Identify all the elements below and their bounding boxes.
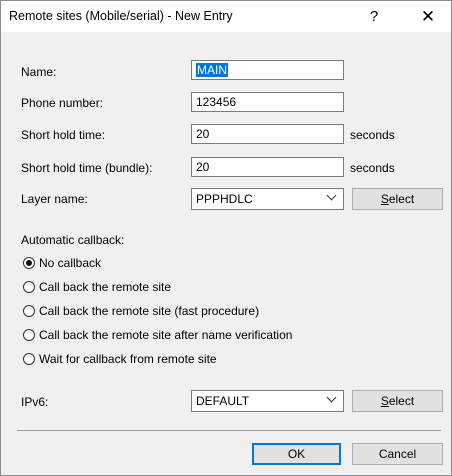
ipv6-label: IPv6: (21, 395, 49, 409)
option-call-back-remote-site-label[interactable]: Call back the remote site (39, 280, 171, 294)
phone-number-input[interactable]: 123456 (191, 92, 344, 112)
automatic-callback-label: Automatic callback: (21, 233, 125, 247)
short-hold-time-value: 20 (196, 127, 210, 141)
option-call-back-name-verification-label[interactable]: Call back the remote site after name ver… (39, 328, 292, 342)
help-button[interactable]: ? (357, 3, 391, 30)
short-hold-time-bundle-input[interactable]: 20 (191, 157, 344, 177)
short-hold-time-bundle-label: Short hold time (bundle): (21, 161, 153, 175)
cancel-button[interactable]: Cancel (352, 443, 443, 465)
short-hold-time-bundle-value: 20 (196, 160, 210, 174)
chevron-down-icon (326, 392, 337, 403)
ipv6-select-mnemonic: S (380, 394, 389, 408)
name-input[interactable]: MAIN (191, 60, 344, 80)
layer-name-value: PPPHDLC (196, 192, 253, 206)
short-hold-time-bundle-unit: seconds (350, 161, 395, 175)
chevron-down-icon (326, 190, 337, 201)
short-hold-time-unit: seconds (350, 128, 395, 142)
dialog-window: Remote sites (Mobile/serial) - New Entry… (0, 0, 452, 476)
ipv6-dropdown[interactable]: DEFAULT (191, 390, 344, 412)
radio-call-back-name-verification[interactable] (23, 329, 35, 341)
radio-wait-for-callback[interactable] (23, 353, 35, 365)
name-input-value: MAIN (196, 63, 228, 77)
layer-name-label: Layer name: (21, 192, 88, 206)
option-wait-for-callback-label[interactable]: Wait for callback from remote site (39, 352, 217, 366)
phone-number-label: Phone number: (21, 96, 104, 110)
radio-no-callback[interactable] (23, 257, 35, 269)
ok-button[interactable]: OK (252, 443, 341, 465)
radio-selected-dot (26, 260, 32, 266)
ipv6-value: DEFAULT (196, 394, 250, 408)
footer-divider (17, 430, 441, 431)
window-title: Remote sites (Mobile/serial) - New Entry (9, 9, 233, 23)
radio-call-back-fast[interactable] (23, 305, 35, 317)
layer-select-label: elect (388, 192, 415, 206)
layer-select-button[interactable]: Select (352, 188, 443, 210)
layer-select-mnemonic: S (380, 192, 389, 206)
option-call-back-fast-label[interactable]: Call back the remote site (fast procedur… (39, 304, 259, 318)
option-no-callback-label[interactable]: No callback (39, 256, 101, 270)
phone-number-value: 123456 (196, 95, 237, 109)
ipv6-select-label: elect (388, 394, 415, 408)
title-bar: Remote sites (Mobile/serial) - New Entry… (1, 1, 451, 32)
layer-name-dropdown[interactable]: PPPHDLC (191, 188, 344, 210)
ipv6-select-button[interactable]: Select (352, 390, 443, 412)
short-hold-time-label: Short hold time: (21, 128, 106, 142)
name-label: Name: (21, 65, 57, 79)
close-button[interactable]: ✕ (411, 3, 445, 30)
short-hold-time-input[interactable]: 20 (191, 124, 344, 144)
radio-call-back-remote-site[interactable] (23, 281, 35, 293)
